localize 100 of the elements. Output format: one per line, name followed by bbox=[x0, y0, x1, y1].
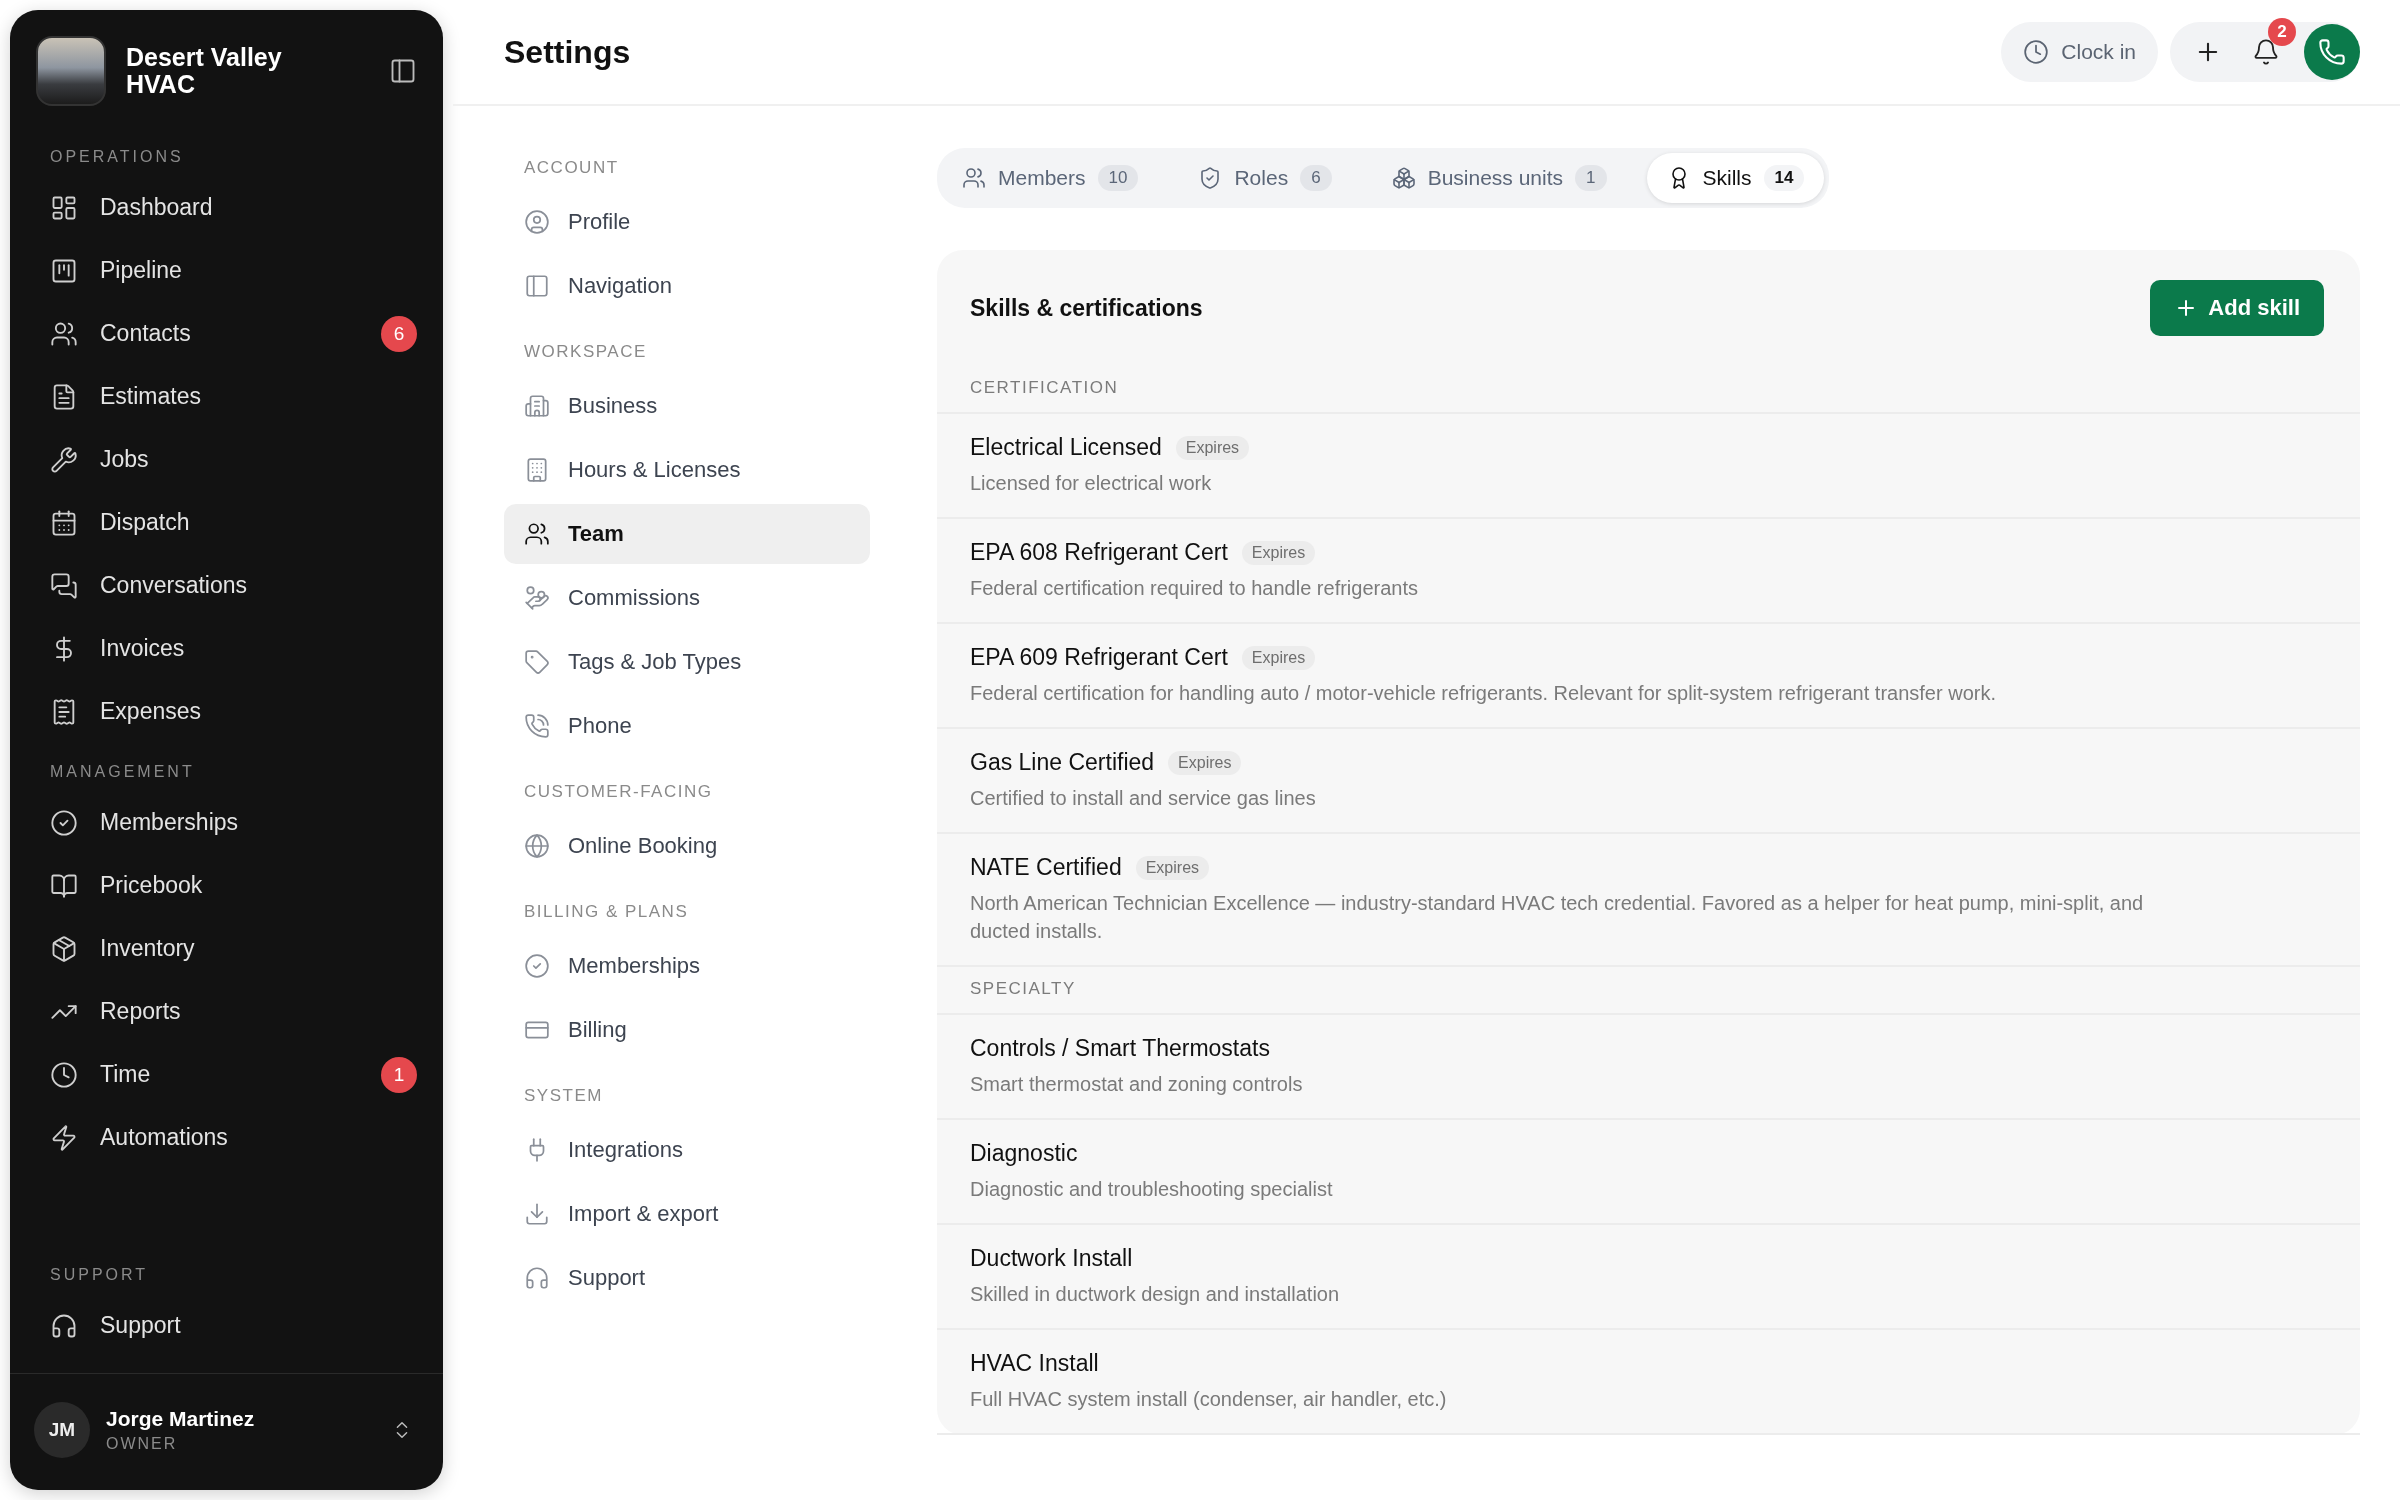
section-label: WORKSPACE bbox=[523, 342, 648, 362]
clock-in-button[interactable]: Clock in bbox=[2001, 22, 2158, 82]
expires-badge: Expires bbox=[1135, 855, 1210, 880]
sidebar-item[interactable]: Inventory bbox=[10, 917, 443, 980]
sidebar-item[interactable]: Support bbox=[10, 1294, 443, 1357]
expires-badge: Expires bbox=[1175, 435, 1250, 460]
sidebar-item[interactable]: Memberships bbox=[10, 791, 443, 854]
settings-nav-item[interactable]: Navigation bbox=[504, 256, 870, 316]
settings-nav-item[interactable]: Import & export bbox=[504, 1184, 870, 1244]
section-label: ACCOUNT bbox=[523, 158, 620, 178]
settings-nav-item[interactable]: Support bbox=[504, 1248, 870, 1308]
sidebar-item[interactable]: Estimates bbox=[10, 365, 443, 428]
skill-description: Skilled in ductwork design and installation bbox=[970, 1282, 1341, 1307]
settings-nav-item[interactable]: Tags & Job Types bbox=[504, 632, 870, 692]
sidebar-item[interactable]: Time 1 bbox=[10, 1043, 443, 1106]
sidebar-item[interactable]: Contacts 6 bbox=[10, 302, 443, 365]
wrench-icon bbox=[50, 445, 78, 474]
panel-icon bbox=[389, 57, 417, 85]
expires-badge: Expires bbox=[1241, 645, 1316, 670]
count-badge: 10 bbox=[1097, 165, 1139, 191]
download-icon bbox=[524, 1201, 550, 1227]
section-label: SPECIALTY bbox=[937, 967, 2360, 1015]
tab[interactable]: Business units 1 bbox=[1371, 153, 1627, 203]
tag-icon bbox=[524, 649, 550, 675]
settings-nav-item[interactable]: Integrations bbox=[504, 1120, 870, 1180]
settings-nav-item[interactable]: Billing bbox=[504, 1000, 870, 1060]
settings-nav-item[interactable]: Phone bbox=[504, 696, 870, 756]
section-label: CERTIFICATION bbox=[937, 366, 2360, 414]
calendar-icon bbox=[50, 508, 78, 537]
photo-placeholder bbox=[36, 36, 106, 106]
skill-description: Certified to install and service gas lines bbox=[970, 786, 1317, 811]
settings-nav-item[interactable]: Team bbox=[504, 504, 870, 564]
box-icon bbox=[50, 934, 78, 963]
notification-badge: 2 bbox=[2268, 18, 2296, 46]
count-badge: 6 bbox=[381, 315, 417, 352]
call-button[interactable] bbox=[2304, 24, 2360, 80]
check-circle-icon bbox=[524, 953, 550, 979]
clock-icon bbox=[50, 1060, 78, 1089]
bell-icon bbox=[2252, 38, 2280, 66]
count-badge: 1 bbox=[1575, 165, 1607, 191]
people-icon bbox=[962, 166, 986, 190]
skill-description: Diagnostic and troubleshooting specialist bbox=[970, 1177, 1334, 1202]
sidebar-item[interactable]: Reports bbox=[10, 980, 443, 1043]
card-title: Skills & certifications bbox=[970, 294, 1203, 322]
sidebar-toggle-button[interactable] bbox=[389, 57, 417, 85]
count-badge: 14 bbox=[1763, 165, 1805, 191]
headset-icon bbox=[524, 1265, 550, 1291]
section-label: SUPPORT bbox=[49, 1266, 150, 1284]
clock-icon bbox=[2023, 39, 2050, 65]
globe-icon bbox=[524, 833, 550, 859]
tab[interactable]: Roles 6 bbox=[1178, 153, 1352, 203]
building-icon bbox=[524, 393, 550, 419]
building-icon bbox=[524, 457, 550, 483]
tab[interactable]: Members 10 bbox=[942, 153, 1159, 203]
settings-nav-item[interactable]: Commissions bbox=[504, 568, 870, 628]
panel-icon bbox=[524, 273, 550, 299]
sidebar-item[interactable]: Expenses bbox=[10, 680, 443, 743]
expires-badge: Expires bbox=[1241, 540, 1316, 565]
user-circle-icon bbox=[524, 209, 550, 235]
settings-nav-item[interactable]: Memberships bbox=[504, 936, 870, 996]
skill-description: Federal certification for handling auto / motor-vehicle refrigerants. Relevant for split-system refrigerant transfer work. bbox=[970, 681, 1997, 706]
skill-name: EPA 609 Refrigerant Cert bbox=[970, 644, 1228, 671]
add-skill-button[interactable]: Add skill bbox=[2150, 280, 2324, 336]
coins-icon bbox=[524, 585, 550, 611]
company-name: Desert Valley HVAC bbox=[126, 43, 283, 99]
skill-description: Federal certification required to handle refrigerants bbox=[970, 576, 1420, 601]
skill-name: Diagnostic bbox=[970, 1140, 1078, 1167]
user-name: Jorge Martinez bbox=[106, 1407, 256, 1431]
sidebar-item[interactable]: Pricebook bbox=[10, 854, 443, 917]
settings-nav-item[interactable]: Profile bbox=[504, 192, 870, 252]
avatar: JM bbox=[34, 1402, 90, 1458]
sidebar-item[interactable]: Pipeline bbox=[10, 239, 443, 302]
sidebar-item[interactable]: Dashboard bbox=[10, 176, 443, 239]
settings-nav-item[interactable]: Online Booking bbox=[504, 816, 870, 876]
settings-nav-item[interactable]: Hours & Licenses bbox=[504, 440, 870, 500]
phone-icon bbox=[524, 713, 550, 739]
sidebar-item[interactable]: Invoices bbox=[10, 617, 443, 680]
check-circle-icon bbox=[50, 808, 78, 837]
sidebar-item[interactable]: Dispatch bbox=[10, 491, 443, 554]
sidebar-item[interactable]: Automations bbox=[10, 1106, 443, 1169]
skill-name: Controls / Smart Thermostats bbox=[970, 1035, 1270, 1062]
section-label: OPERATIONS bbox=[49, 148, 185, 166]
count-badge: 6 bbox=[1300, 165, 1332, 191]
people-icon bbox=[524, 521, 550, 547]
settings-nav-item[interactable]: Business bbox=[504, 376, 870, 436]
skill-name: Ductwork Install bbox=[970, 1245, 1133, 1272]
count-badge: 1 bbox=[381, 1056, 417, 1093]
skill-description: Licensed for electrical work bbox=[970, 471, 1213, 496]
section-label: MANAGEMENT bbox=[49, 763, 196, 781]
boxes-icon bbox=[1391, 166, 1416, 190]
skill-name: NATE Certified bbox=[970, 854, 1122, 881]
expires-badge: Expires bbox=[1168, 750, 1242, 775]
skill-description: Smart thermostat and zoning controls bbox=[970, 1072, 1304, 1097]
section-label: BILLING & PLANS bbox=[523, 902, 690, 922]
sidebar-item[interactable]: Conversations bbox=[10, 554, 443, 617]
skill-name: EPA 608 Refrigerant Cert bbox=[970, 539, 1228, 566]
skill-name: Gas Line Certified bbox=[970, 749, 1155, 776]
sidebar-item[interactable]: Jobs bbox=[10, 428, 443, 491]
skill-name: HVAC Install bbox=[970, 1350, 1099, 1377]
tab[interactable]: Skills 14 bbox=[1646, 153, 1825, 203]
